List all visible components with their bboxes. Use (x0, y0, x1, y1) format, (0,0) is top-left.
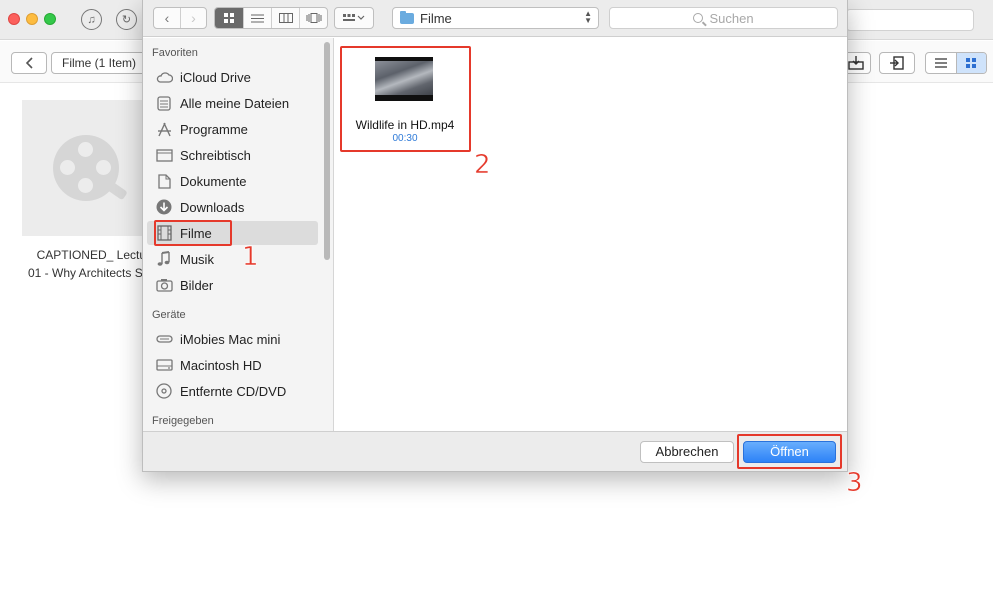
coverflow-view-button[interactable] (299, 8, 327, 28)
sidebar-item-documents[interactable]: Dokumente (155, 169, 323, 193)
arrange-button[interactable] (335, 8, 373, 28)
music-icon (155, 251, 173, 267)
document-icon (155, 173, 173, 189)
sidebar-item-label: Programme (180, 121, 248, 137)
list-icon (934, 58, 947, 68)
annotation-box-open (737, 434, 842, 469)
path-popup[interactable]: Filme ▲ ▼ (392, 7, 599, 29)
search-icon (693, 13, 704, 23)
search-input[interactable]: Suchen (609, 7, 838, 29)
back-button[interactable] (11, 52, 47, 74)
sidebar-item-mac-mini[interactable]: iMobies Mac mini (155, 327, 323, 351)
all-files-icon (155, 95, 173, 111)
cloud-icon (155, 69, 173, 85)
download-icon (155, 199, 173, 215)
list-view-button[interactable] (926, 53, 956, 73)
sidebar-item-label: Entfernte CD/DVD (180, 383, 287, 399)
grid-icon (224, 13, 234, 23)
annotation-box-movies (154, 220, 232, 246)
chevron-right-icon: › (191, 10, 196, 26)
minimize-window-button[interactable] (26, 13, 38, 25)
view-mode-toggle[interactable] (925, 52, 987, 74)
sidebar-item-programs[interactable]: Programme (155, 117, 323, 141)
column-view-button[interactable] (271, 8, 299, 28)
open-file-dialog: ‹ › Filme ▲ ▼ Suchen Favoriten iCloud Dr… (142, 0, 848, 472)
sidebar-item-label: Musik (180, 251, 214, 267)
refresh-button[interactable]: ↻ (116, 9, 137, 30)
disc-icon (155, 383, 173, 399)
sidebar-item-label: iMobies Mac mini (180, 331, 281, 347)
music-note-icon: ♫ (87, 13, 96, 26)
dialog-toolbar: ‹ › Filme ▲ ▼ Suchen (143, 0, 847, 37)
arrange-icon (343, 14, 365, 21)
sidebar-item-label: Bilder (180, 277, 214, 293)
app-search-field[interactable] (846, 9, 974, 31)
sidebar-section-shared: Freigegeben (152, 415, 214, 427)
back-nav-button[interactable]: ‹ (154, 8, 180, 28)
sidebar-item-label: Alle meine Dateien (180, 95, 290, 111)
import-icon (848, 56, 864, 70)
annotation-step-3: 3 (846, 468, 863, 499)
camera-icon (155, 277, 173, 293)
sidebar-item-label: iCloud Drive (180, 69, 251, 85)
path-label: Filme (420, 10, 452, 26)
close-window-button[interactable] (8, 13, 20, 25)
search-placeholder: Suchen (709, 10, 754, 26)
itunes-button[interactable]: ♫ (81, 9, 102, 30)
cancel-button[interactable]: Abbrechen (640, 441, 734, 463)
zoom-window-button[interactable] (44, 13, 56, 25)
view-switcher (214, 7, 328, 29)
sidebar-item-icloud-drive[interactable]: iCloud Drive (155, 65, 323, 89)
export-button[interactable] (879, 52, 915, 74)
sidebar-item-desktop[interactable]: Schreibtisch (155, 143, 323, 167)
sidebar-section-devices: Geräte (152, 309, 186, 321)
media-thumbnail[interactable] (22, 100, 150, 236)
icon-view-button[interactable] (215, 8, 243, 28)
sidebar-item-all-files[interactable]: Alle meine Dateien (155, 91, 323, 115)
breadcrumb[interactable]: Filme (1 Item) (51, 52, 151, 74)
updown-arrow-icon: ▲ ▼ (584, 9, 592, 25)
apps-icon (155, 121, 173, 137)
sidebar-item-label: Macintosh HD (180, 357, 262, 373)
arrange-menu (334, 7, 374, 29)
media-caption-line1: CAPTIONED_ Lectur (36, 248, 150, 262)
annotation-box-file (340, 46, 471, 152)
forward-nav-button[interactable]: › (180, 8, 206, 28)
mac-mini-icon (155, 331, 173, 347)
media-caption-line2: 01 - Why Architects S (28, 266, 143, 280)
sidebar-item-label: Schreibtisch (180, 147, 251, 163)
history-nav: ‹ › (153, 7, 207, 29)
annotation-step-2: 2 (474, 150, 491, 181)
list-icon (251, 14, 264, 22)
sidebar-section-favorites: Favoriten (152, 47, 198, 59)
sidebar-item-macintosh-hd[interactable]: Macintosh HD (155, 353, 323, 377)
coverflow-icon (306, 13, 321, 23)
chevron-left-icon: ‹ (164, 10, 170, 26)
sidebar-item-pictures[interactable]: Bilder (155, 273, 323, 297)
folder-icon (400, 10, 414, 24)
sidebar-item-label: Dokumente (180, 173, 247, 189)
grid-icon (966, 58, 977, 68)
sidebar-item-label: Downloads (180, 199, 245, 215)
desktop-icon (155, 147, 173, 163)
chevron-left-icon (25, 57, 33, 69)
film-reel-icon (53, 135, 128, 201)
export-icon (890, 56, 904, 70)
sidebar-item-downloads[interactable]: Downloads (155, 195, 323, 219)
refresh-icon: ↻ (121, 14, 132, 26)
sidebar-item-music[interactable]: Musik (155, 247, 323, 271)
harddisk-icon (155, 357, 173, 373)
annotation-step-1: 1 (242, 242, 259, 273)
columns-icon (278, 13, 293, 23)
sidebar-item-remote-disc[interactable]: Entfernte CD/DVD (155, 379, 323, 403)
sidebar-scrollbar[interactable] (324, 42, 330, 260)
grid-view-button[interactable] (955, 53, 986, 73)
list-view-button[interactable] (243, 8, 271, 28)
